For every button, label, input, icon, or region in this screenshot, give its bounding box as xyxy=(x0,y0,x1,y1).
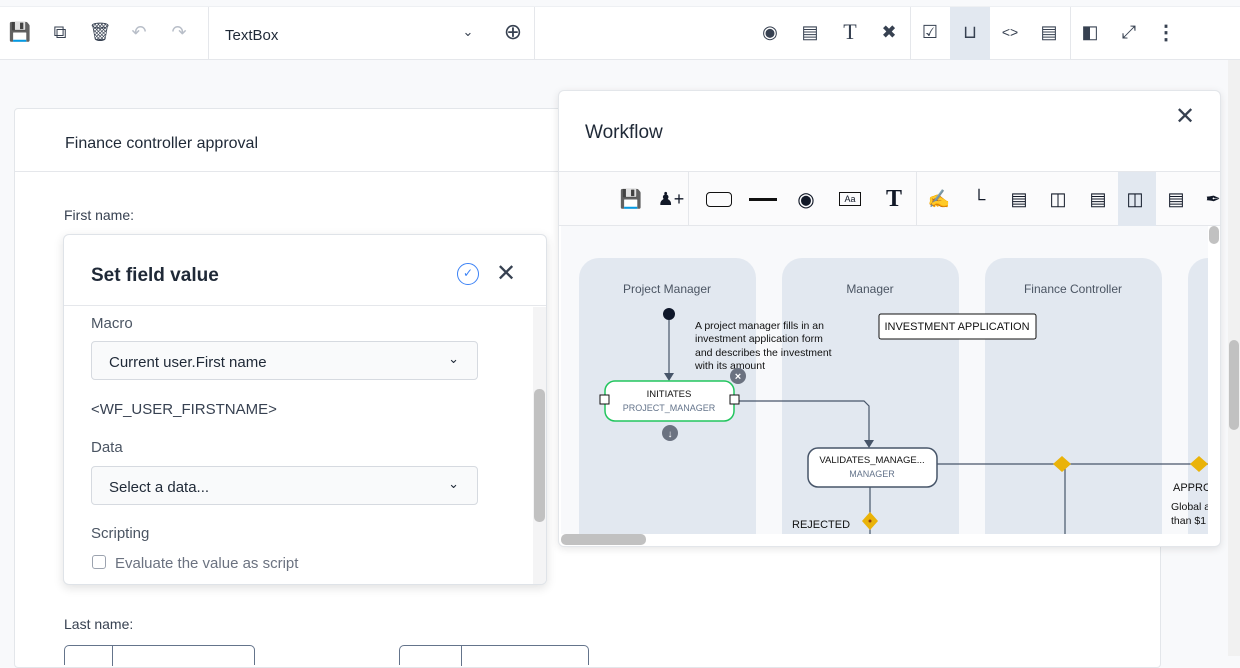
evaluate-checkbox[interactable] xyxy=(92,555,106,569)
design-tools-icon[interactable]: ✖ xyxy=(876,19,902,45)
title-box-text: INVESTMENT APPLICATION xyxy=(884,321,1029,333)
condition-label: than $1 xyxy=(1171,515,1206,527)
scripting-label: Scripting xyxy=(91,525,150,542)
vertical-lanes-icon[interactable]: ◫ xyxy=(1121,186,1149,212)
more-icon[interactable]: ⋮ xyxy=(1153,19,1179,45)
text-icon[interactable]: T xyxy=(880,186,908,212)
macro-label: Macro xyxy=(91,315,133,332)
line-icon[interactable] xyxy=(749,186,777,212)
checklist-icon[interactable]: ☑ xyxy=(917,19,943,45)
chevron-down-icon[interactable]: ⌄ xyxy=(455,19,481,45)
node-validates[interactable] xyxy=(807,447,938,488)
trash-icon[interactable]: 🗑 xyxy=(87,19,113,45)
note-line: with its amount xyxy=(694,360,765,372)
card-title: Finance controller approval xyxy=(65,135,258,152)
evaluate-label: Evaluate the value as script xyxy=(115,555,299,572)
close-icon[interactable]: ✕ xyxy=(496,259,516,288)
last-name-input-2[interactable] xyxy=(399,645,589,666)
popover-title: Set field value xyxy=(91,265,219,286)
header-icon[interactable]: ▤ xyxy=(1005,186,1033,212)
macro-token: <WF_USER_FIRSTNAME> xyxy=(91,401,277,418)
note-line: and describes the investment xyxy=(695,347,832,359)
node-role: MANAGER xyxy=(849,469,895,479)
add-circle-icon[interactable]: ⊕ xyxy=(500,19,526,45)
add-user-icon[interactable]: ♟+ xyxy=(657,186,685,212)
chevron-down-icon: ⌄ xyxy=(448,476,459,491)
lane-label: Finance Controller xyxy=(1024,282,1122,296)
label-icon[interactable]: Aa xyxy=(836,186,864,212)
close-icon[interactable]: ✕ xyxy=(1175,102,1195,131)
page-scrollbar[interactable] xyxy=(1228,60,1240,656)
first-name-label: First name: xyxy=(64,207,135,223)
resize-handle[interactable] xyxy=(729,394,740,405)
preview-icon[interactable]: ◉ xyxy=(757,19,783,45)
workflow-title: Workflow xyxy=(585,122,663,143)
undo-icon[interactable]: ↶ xyxy=(126,19,152,45)
redo-icon[interactable]: ↷ xyxy=(166,19,192,45)
lane-label: Project Manager xyxy=(623,282,711,296)
form-icon[interactable]: ▤ xyxy=(797,19,823,45)
code-file-icon[interactable]: <> xyxy=(997,19,1023,45)
workflow-canvas[interactable]: Project Manager Manager Finance Controll… xyxy=(561,226,1208,534)
approved-label: APPRO xyxy=(1173,482,1208,494)
last-name-input[interactable] xyxy=(64,645,255,666)
save-icon[interactable]: 💾 xyxy=(7,19,33,45)
condition-label: Global a xyxy=(1171,501,1208,513)
save-icon[interactable]: 💾 xyxy=(617,186,645,212)
resize-handle[interactable] xyxy=(599,394,610,405)
text-icon[interactable]: T xyxy=(837,19,863,45)
theme-icon[interactable]: ◧ xyxy=(1077,19,1103,45)
svg-text:×: × xyxy=(735,371,741,383)
confirm-icon[interactable]: ✓ xyxy=(457,263,479,285)
start-node[interactable] xyxy=(663,308,675,320)
copy-icon[interactable]: ⧉ xyxy=(47,19,73,45)
lane-label: Manager xyxy=(846,282,893,296)
node-name: INITIATES xyxy=(647,389,692,400)
chevron-down-icon: ⌄ xyxy=(448,351,459,366)
canvas-vscrollbar[interactable] xyxy=(1208,226,1220,534)
radio-icon[interactable]: ◉ xyxy=(792,186,820,212)
svg-text:↓: ↓ xyxy=(668,429,673,440)
data-label: Data xyxy=(91,439,123,456)
horizontal-lanes-icon[interactable]: ▤ xyxy=(1162,186,1190,212)
connector-icon[interactable]: └ xyxy=(965,186,993,212)
canvas-hscrollbar[interactable] xyxy=(561,534,1208,546)
note-line: A project manager fills in an xyxy=(695,320,824,332)
draw-icon[interactable]: ✍ xyxy=(925,186,953,212)
workflow-toolbar: 💾 ♟+ ◉ Aa T ✍ └ ▤ ◫ ▤ ◫ ▤ ✒ xyxy=(559,171,1220,226)
set-field-value-popover: Set field value ✓ ✕ Macro Current user.F… xyxy=(63,234,547,585)
node-initiates[interactable] xyxy=(604,380,735,422)
node-role: PROJECT_MANAGER xyxy=(623,403,716,413)
data-select[interactable]: Select a data... ⌄ xyxy=(91,466,478,505)
note-line: investment application form xyxy=(695,333,823,345)
field-type-select[interactable]: TextBox xyxy=(225,27,278,44)
columns-icon[interactable]: ◫ xyxy=(1044,186,1072,212)
macro-select[interactable]: Current user.First name ⌄ xyxy=(91,341,478,380)
node-name: VALIDATES_MANAGE... xyxy=(819,455,924,466)
rectangle-icon[interactable] xyxy=(705,186,733,212)
rejected-label: REJECTED xyxy=(792,519,850,531)
popover-scrollbar[interactable] xyxy=(533,307,546,584)
fullscreen-icon[interactable]: ⤢ xyxy=(1116,19,1142,45)
lane-finance-controller[interactable] xyxy=(985,258,1162,534)
rows-icon[interactable]: ▤ xyxy=(1084,186,1112,212)
data-value: Select a data... xyxy=(109,479,210,496)
last-name-label: Last name: xyxy=(64,616,134,632)
eyedropper-icon[interactable]: ✒ xyxy=(1199,186,1220,212)
macro-value: Current user.First name xyxy=(109,354,267,371)
workflow-panel: Workflow ✕ 💾 ♟+ ◉ Aa T ✍ └ ▤ ◫ ▤ ◫ ▤ ✒ P… xyxy=(558,90,1221,547)
script-icon[interactable]: ▤ xyxy=(1036,19,1062,45)
workflow-plug-icon[interactable]: ⊔ xyxy=(957,19,983,45)
main-toolbar: 💾 ⧉ 🗑 ↶ ↷ TextBox ⌄ ⊕ ◉ ▤ T ✖ ☑ ⊔ <> ▤ ◧… xyxy=(0,6,1240,60)
